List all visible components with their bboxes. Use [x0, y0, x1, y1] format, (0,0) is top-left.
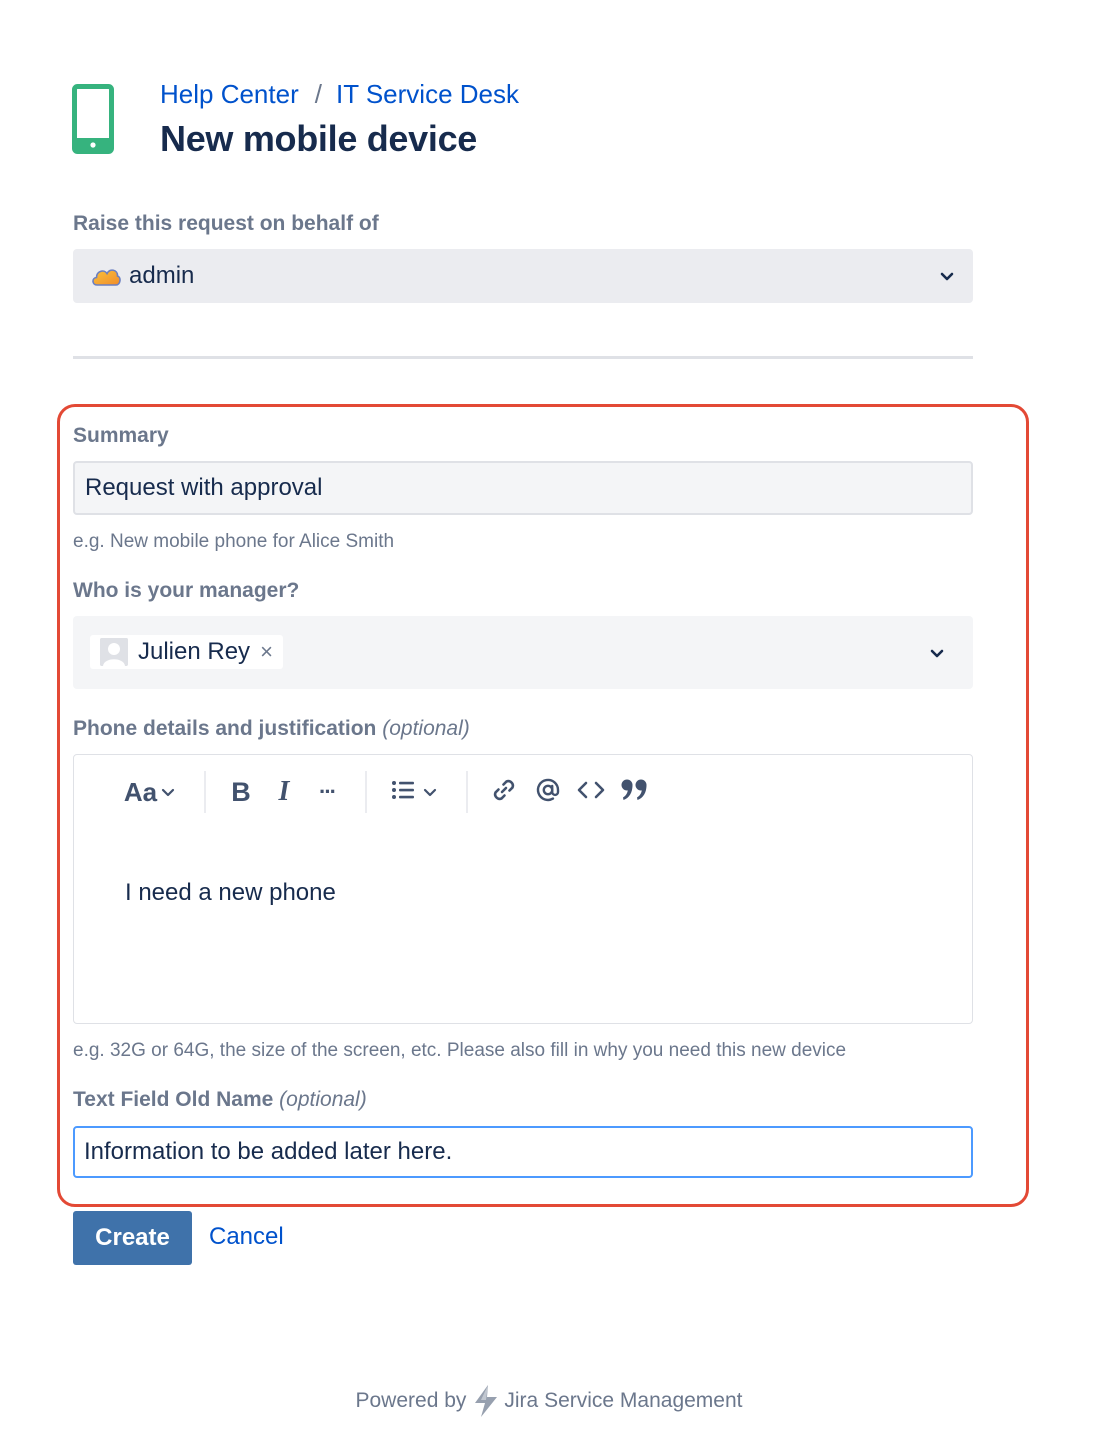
list-icon	[391, 779, 417, 806]
bold-icon: B	[231, 776, 251, 807]
details-label-text: Phone details and justification	[73, 717, 377, 740]
details-label: Phone details and justification (optiona…	[73, 717, 470, 741]
optional-tag: (optional)	[279, 1088, 367, 1111]
chevron-down-icon	[927, 643, 947, 663]
details-helper-text: e.g. 32G or 64G, the size of the screen,…	[73, 1040, 847, 1061]
more-formatting-button[interactable]: ···	[312, 775, 342, 809]
powered-by-text: Powered by	[355, 1389, 467, 1412]
jira-bolt-icon	[472, 1384, 500, 1418]
breadcrumb-separator: /	[314, 78, 322, 109]
toolbar-separator	[466, 771, 468, 813]
breadcrumb-it-service-desk[interactable]: IT Service Desk	[336, 79, 519, 110]
text-style-button[interactable]: Aa	[120, 775, 180, 809]
remove-icon[interactable]: ×	[260, 641, 273, 663]
code-icon	[576, 778, 606, 807]
code-button[interactable]	[574, 775, 608, 809]
quote-button[interactable]	[618, 775, 652, 809]
bold-button[interactable]: B	[226, 775, 256, 809]
toolbar-separator	[365, 771, 367, 813]
manager-label: Who is your manager?	[73, 579, 300, 602]
page-title: New mobile device	[160, 118, 478, 159]
italic-icon: I	[278, 776, 290, 807]
manager-select[interactable]: Julien Rey ×	[73, 616, 973, 689]
mobile-phone-icon	[72, 84, 114, 154]
cancel-link[interactable]: Cancel	[209, 1223, 284, 1251]
breadcrumb: Help Center / IT Service Desk	[160, 78, 519, 110]
summary-label: Summary	[73, 424, 169, 447]
on-behalf-label: Raise this request on behalf of	[73, 212, 379, 235]
footer: Powered by Jira Service Management	[0, 1384, 1098, 1418]
product-name: Jira Service Management	[504, 1389, 743, 1412]
italic-button[interactable]: I	[270, 775, 298, 809]
link-icon	[491, 777, 517, 808]
section-divider	[73, 356, 973, 359]
summary-helper-text: e.g. New mobile phone for Alice Smith	[73, 531, 395, 552]
editor-content[interactable]: I need a new phone	[125, 879, 336, 907]
breadcrumb-help-center[interactable]: Help Center	[160, 79, 299, 110]
cloud-avatar-icon	[91, 265, 121, 287]
optional-tag: (optional)	[382, 717, 470, 740]
old-name-input[interactable]	[73, 1126, 973, 1178]
on-behalf-select[interactable]: admin	[73, 249, 973, 303]
editor-toolbar: Aa B I ···	[74, 755, 972, 829]
user-avatar-icon	[100, 638, 128, 666]
create-button[interactable]: Create	[73, 1211, 192, 1265]
manager-chip-name: Julien Rey	[138, 638, 251, 665]
on-behalf-value: admin	[129, 262, 195, 289]
rich-text-editor[interactable]: Aa B I ··· I need a new phone	[73, 754, 973, 1024]
manager-chip: Julien Rey ×	[90, 635, 283, 669]
toolbar-separator	[204, 771, 206, 813]
text-style-icon: Aa	[123, 776, 158, 807]
list-button[interactable]	[386, 775, 442, 809]
mention-button[interactable]	[532, 775, 564, 809]
summary-input[interactable]	[73, 461, 973, 515]
link-button[interactable]	[488, 775, 520, 809]
more-icon: ···	[319, 779, 337, 804]
chevron-down-icon	[937, 266, 957, 286]
old-name-label-text: Text Field Old Name	[73, 1088, 274, 1111]
quote-icon	[620, 777, 650, 808]
old-name-label: Text Field Old Name (optional)	[73, 1088, 367, 1112]
mention-icon	[535, 777, 561, 808]
